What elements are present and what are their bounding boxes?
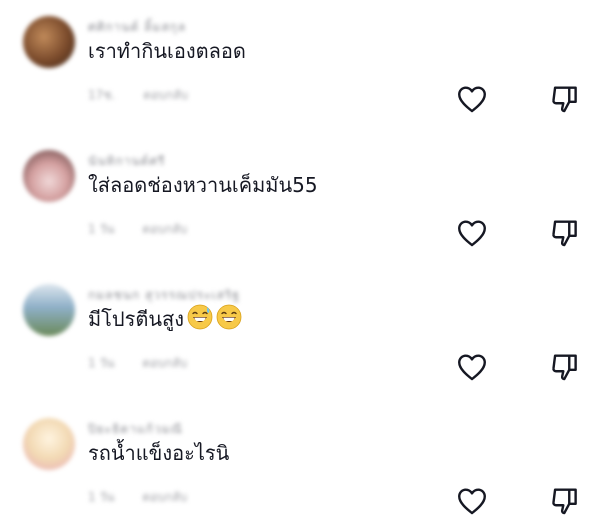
heart-outline-icon: [458, 488, 486, 515]
comment-meta: 17ช. ตอบกลับ: [88, 86, 216, 102]
comment-text-body: มีโปรตีนสูง: [88, 307, 184, 331]
comment-item: กมลชนก สุวรรณประเสริฐ มีโปรตีนสูง 1 วัน ต…: [0, 268, 600, 402]
dislike-button[interactable]: [548, 350, 582, 384]
comment-text: ใส่ลอดช่องหวานเค็มมัน55: [88, 173, 318, 197]
grinning-sweat-emoji-icon: [187, 304, 213, 330]
reply-link[interactable]: ตอบกลับ: [142, 222, 187, 236]
comment-time: 17ช.: [88, 88, 116, 102]
comment-meta: 1 วัน ตอบกลับ: [88, 220, 215, 236]
heart-outline-icon: [458, 354, 486, 381]
comment-time: 1 วัน: [88, 356, 115, 370]
like-button[interactable]: [455, 484, 489, 518]
heart-outline-icon: [458, 86, 486, 113]
reply-link[interactable]: ตอบกลับ: [143, 88, 188, 102]
comment-meta: 1 วัน ตอบกลับ: [88, 488, 215, 504]
heart-outline-icon: [458, 220, 486, 247]
comment-item: ปิยะธิดาแก้วมณี รถน้ำแข็งอะไรนิ 1 วัน ตอบ…: [0, 402, 600, 528]
dislike-button[interactable]: [548, 216, 582, 250]
dislike-button[interactable]: [548, 82, 582, 116]
avatar[interactable]: [23, 150, 75, 202]
comment-time: 1 วัน: [88, 490, 115, 504]
avatar[interactable]: [23, 418, 75, 470]
like-button[interactable]: [455, 82, 489, 116]
comment-username[interactable]: กมลชนก สุวรรณประเสริฐ: [88, 286, 268, 302]
like-button[interactable]: [455, 350, 489, 384]
thumbs-down-outline-icon: [552, 220, 577, 247]
comment-meta: 1 วัน ตอบกลับ: [88, 354, 215, 370]
comment-item: นันทิกานต์ศรี ใส่ลอดช่องหวานเค็มมัน55 1 …: [0, 134, 600, 268]
comment-text: เราทำกินเองตลอด: [88, 39, 246, 63]
comment-text: รถน้ำแข็งอะไรนิ: [88, 441, 230, 465]
dislike-button[interactable]: [548, 484, 582, 518]
comment-username[interactable]: ศศิกานต์ ลิ้มสกุล: [88, 18, 268, 34]
thumbs-down-outline-icon: [552, 488, 577, 515]
reply-link[interactable]: ตอบกลับ: [142, 490, 187, 504]
comment-text: มีโปรตีนสูง: [88, 304, 242, 334]
thumbs-down-outline-icon: [552, 86, 577, 113]
comment-username[interactable]: นันทิกานต์ศรี: [88, 152, 268, 168]
avatar[interactable]: [23, 16, 75, 68]
thumbs-down-outline-icon: [552, 354, 577, 381]
grinning-emoji-icon: [216, 304, 242, 330]
comment-item: ศศิกานต์ ลิ้มสกุล เราทำกินเองตลอด 17ช. ตอ…: [0, 0, 600, 134]
comment-username[interactable]: ปิยะธิดาแก้วมณี: [88, 420, 268, 436]
like-button[interactable]: [455, 216, 489, 250]
avatar[interactable]: [23, 284, 75, 336]
comment-time: 1 วัน: [88, 222, 115, 236]
reply-link[interactable]: ตอบกลับ: [142, 356, 187, 370]
